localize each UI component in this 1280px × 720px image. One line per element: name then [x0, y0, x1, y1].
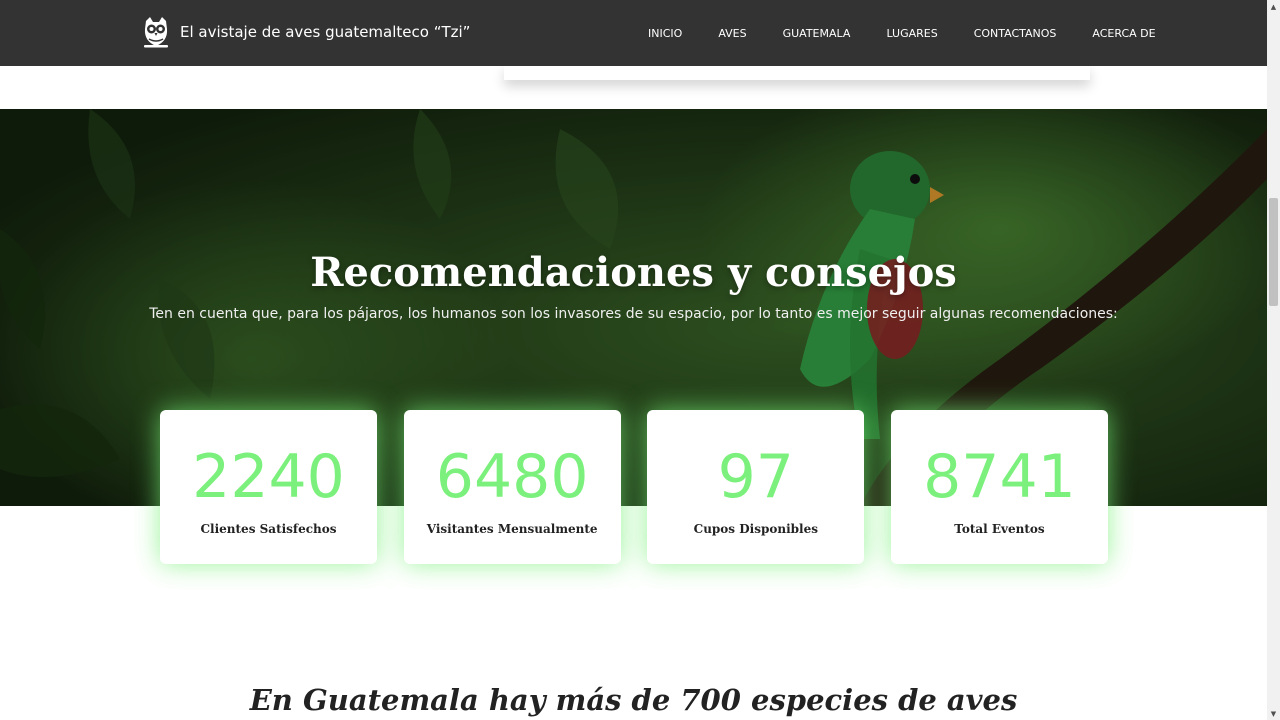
- counter-label: Clientes Satisfechos: [200, 522, 337, 536]
- owl-icon: [144, 17, 168, 48]
- counter-value: 8741: [923, 442, 1076, 512]
- counter-card-clientes: 2240 Clientes Satisfechos: [160, 410, 377, 564]
- main-nav: INICIO AVES GUATEMALA LUGARES CONTACTANO…: [630, 0, 1174, 66]
- counter-label: Visitantes Mensualmente: [426, 522, 598, 536]
- hero-subtitle: Ten en cuenta que, para los pájaros, los…: [149, 306, 1118, 322]
- brand-title: El avistaje de aves guatemalteco “Tzi”: [180, 23, 471, 41]
- counter-label: Cupos Disponibles: [693, 522, 818, 536]
- nav-item-contactanos[interactable]: CONTACTANOS: [956, 27, 1075, 40]
- counter-card-visitantes: 6480 Visitantes Mensualmente: [403, 410, 621, 564]
- counter-value: 2240: [192, 442, 345, 512]
- scroll-up-arrow-icon[interactable]: ▲: [1267, 0, 1280, 13]
- overlay-panel: [504, 66, 1090, 80]
- species-heading: En Guatemala hay más de 700 especies de …: [249, 683, 1018, 717]
- nav-item-guatemala[interactable]: GUATEMALA: [765, 27, 869, 40]
- counter-label: Total Eventos: [954, 522, 1045, 536]
- scroll-thumb[interactable]: [1269, 198, 1278, 306]
- nav-item-aves[interactable]: AVES: [700, 27, 764, 40]
- counter-card-cupos: 97 Cupos Disponibles: [647, 410, 865, 564]
- counter-value: 6480: [435, 442, 589, 512]
- scroll-down-arrow-icon[interactable]: ▼: [1267, 707, 1280, 720]
- brand-link[interactable]: El avistaje de aves guatemalteco “Tzi”: [140, 14, 470, 50]
- counter-card-eventos: 8741 Total Eventos: [890, 410, 1108, 564]
- nav-item-lugares[interactable]: LUGARES: [868, 27, 955, 40]
- counter-cards: 2240 Clientes Satisfechos 6480 Visitante…: [160, 410, 1108, 564]
- nav-item-inicio[interactable]: INICIO: [630, 27, 700, 40]
- nav-item-acerca-de[interactable]: ACERCA DE: [1074, 27, 1173, 40]
- navbar: El avistaje de aves guatemalteco “Tzi” I…: [0, 0, 1267, 66]
- page-scrollbar[interactable]: ▲ ▼: [1267, 0, 1280, 720]
- counter-value: 97: [717, 442, 794, 512]
- hero-title: Recomendaciones y consejos: [310, 249, 957, 296]
